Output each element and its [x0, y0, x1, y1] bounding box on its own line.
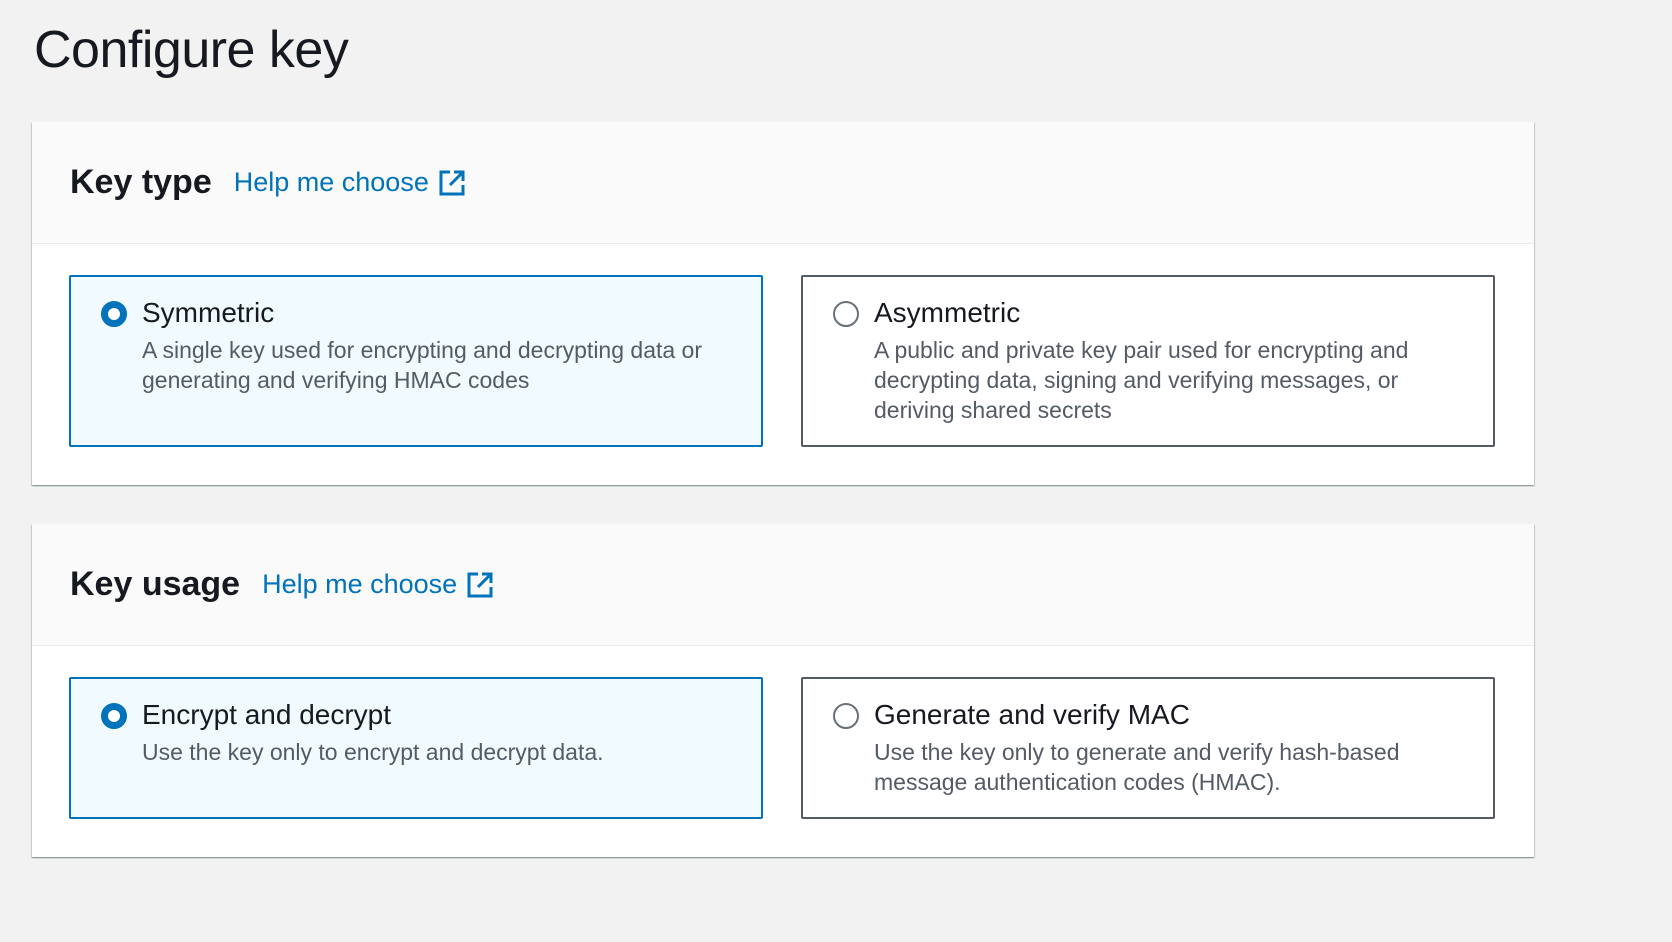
- option-description: Use the key only to generate and verify …: [874, 739, 1400, 795]
- key-usage-help-link[interactable]: Help me choose: [262, 569, 494, 600]
- page-title: Configure key: [34, 21, 349, 79]
- option-description: A single key used for encrypting and dec…: [142, 337, 703, 393]
- external-link-icon: [466, 571, 494, 599]
- key-type-heading: Key type: [70, 163, 212, 201]
- option-label: Asymmetric: [874, 297, 1021, 328]
- radio-button-asymmetric[interactable]: [833, 301, 859, 327]
- option-description: A public and private key pair used for e…: [874, 337, 1409, 423]
- option-label: Generate and verify MAC: [874, 699, 1190, 730]
- radio-button-generate-verify-mac[interactable]: [833, 703, 859, 729]
- key-type-header: Key type Help me choose: [32, 122, 1534, 244]
- key-usage-heading: Key usage: [70, 565, 241, 603]
- key-usage-option-generate-verify-mac[interactable]: Generate and verify MAC Use the key only…: [801, 677, 1495, 819]
- key-usage-panel: Key usage Help me choose Encrypt and dec…: [32, 524, 1534, 857]
- option-description: Use the key only to encrypt and decrypt …: [142, 739, 604, 765]
- help-link-label: Help me choose: [233, 167, 429, 197]
- option-label: Symmetric: [142, 297, 275, 328]
- radio-button-encrypt-decrypt[interactable]: [101, 703, 127, 729]
- radio-button-symmetric[interactable]: [101, 301, 127, 327]
- key-usage-option-encrypt-decrypt[interactable]: Encrypt and decrypt Use the key only to …: [69, 677, 763, 819]
- external-link-icon: [438, 169, 466, 197]
- key-type-help-link[interactable]: Help me choose: [234, 167, 466, 198]
- key-type-option-symmetric[interactable]: Symmetric A single key used for encrypti…: [69, 275, 763, 447]
- key-type-panel: Key type Help me choose Symmetric A sing…: [32, 122, 1534, 485]
- key-type-option-asymmetric[interactable]: Asymmetric A public and private key pair…: [801, 275, 1495, 447]
- key-usage-header: Key usage Help me choose: [32, 524, 1534, 646]
- option-label: Encrypt and decrypt: [142, 699, 392, 730]
- help-link-label: Help me choose: [262, 569, 458, 599]
